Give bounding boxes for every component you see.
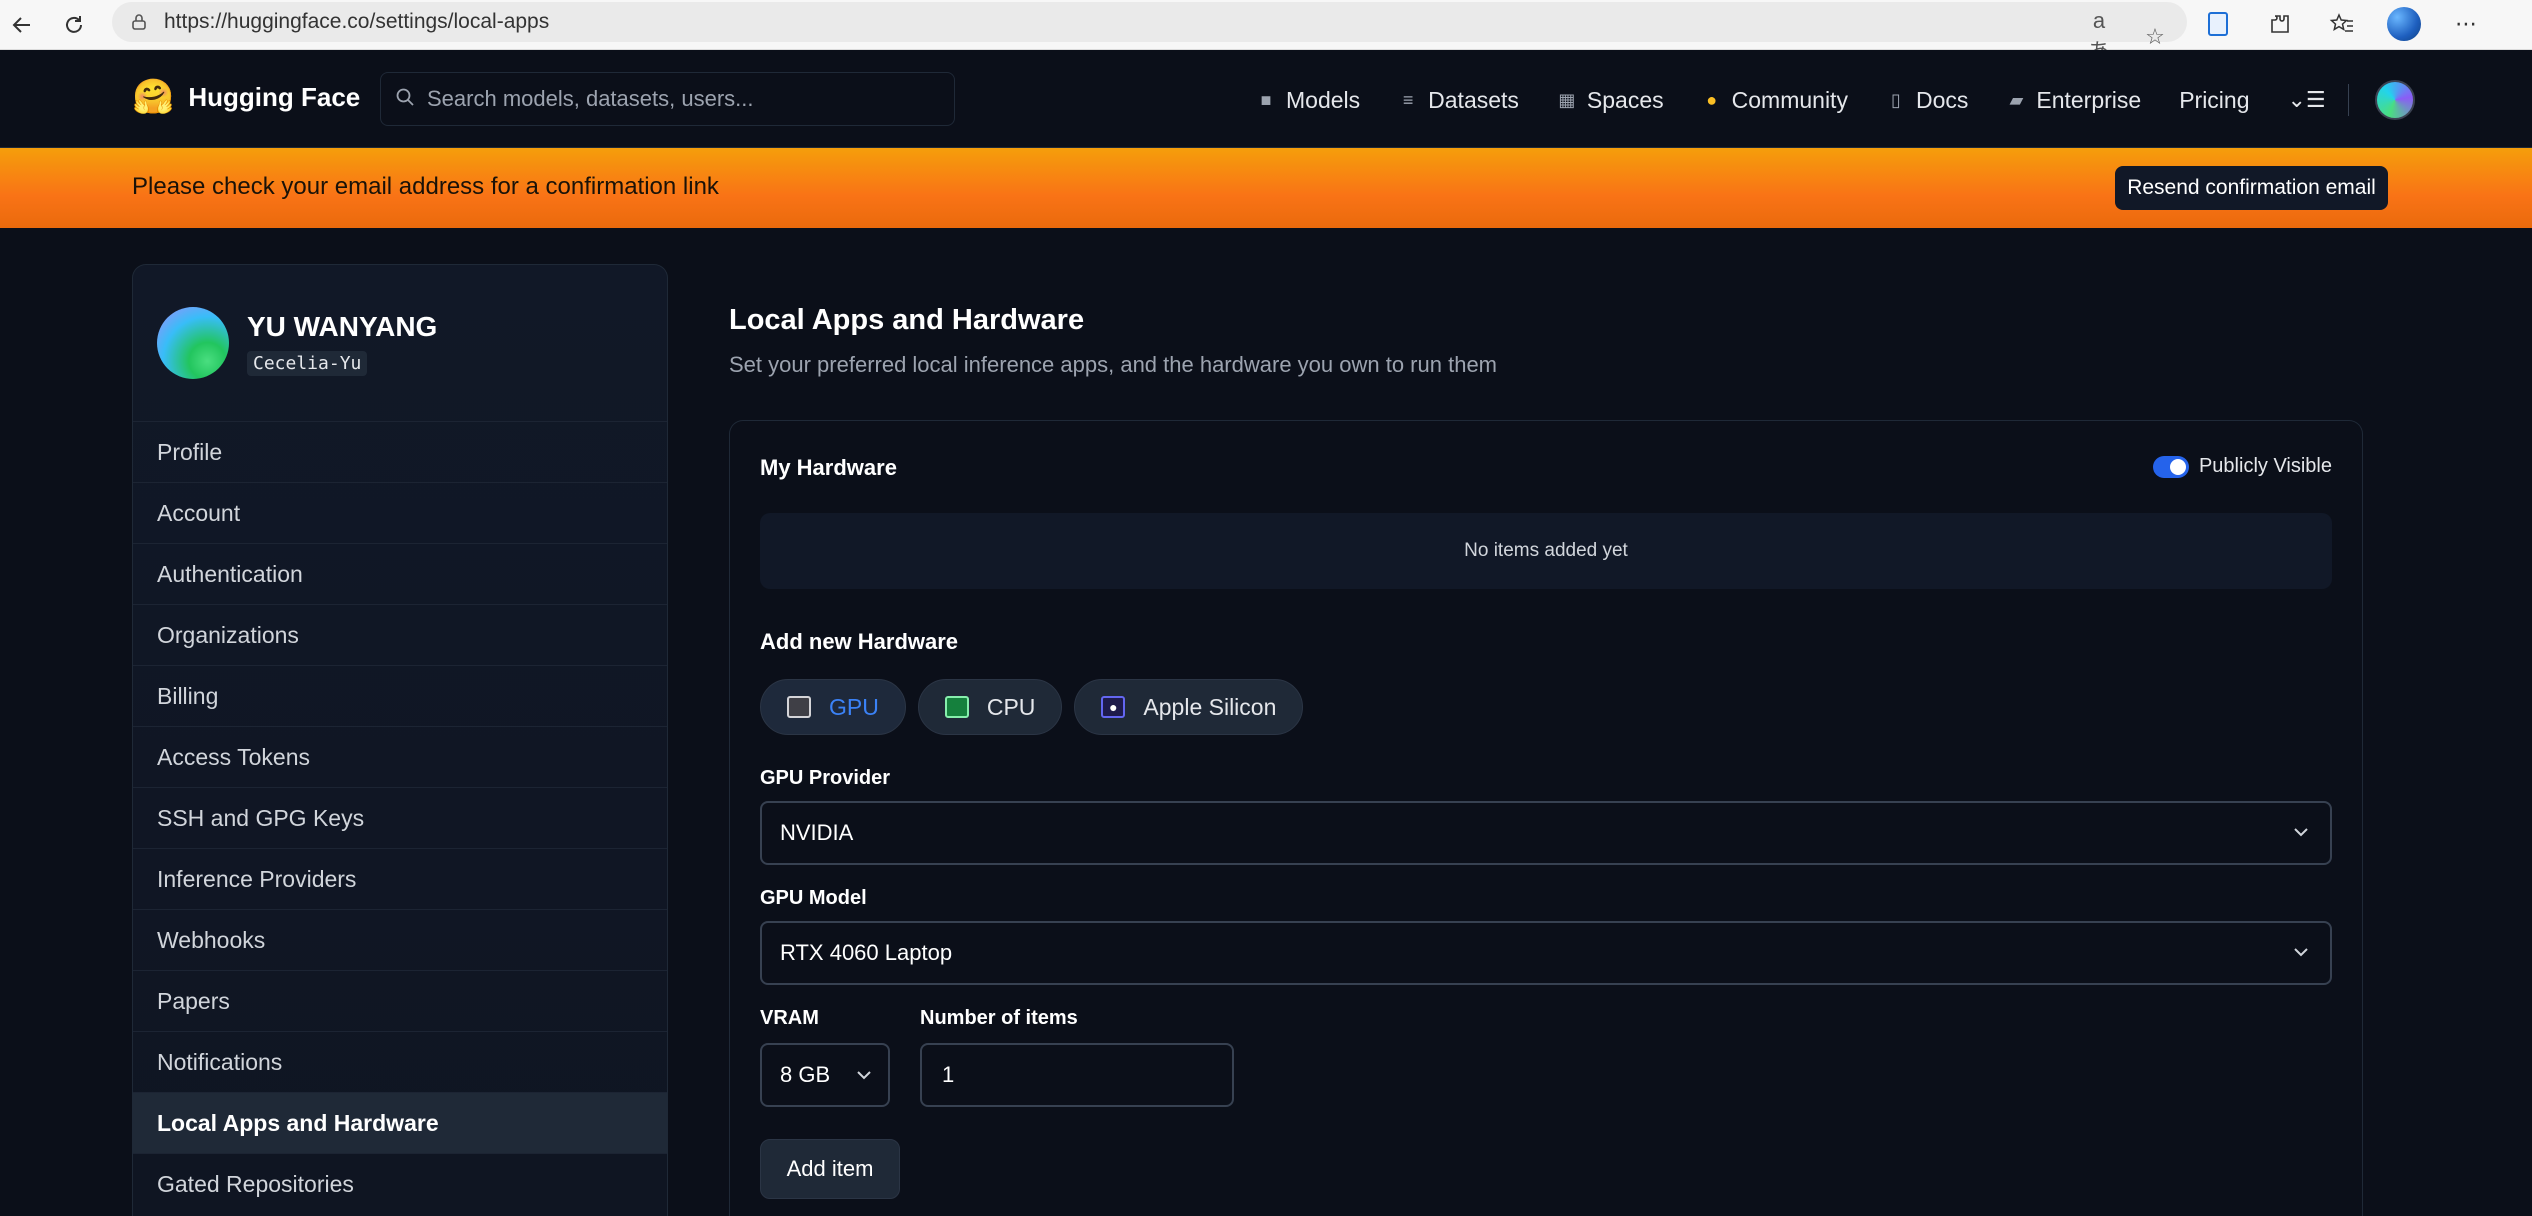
sidebar-item-billing[interactable]: Billing <box>133 665 667 726</box>
number-of-items-value: 1 <box>942 1062 955 1087</box>
number-of-items-label: Number of items <box>920 1007 1078 1029</box>
enterprise-icon: ▰ <box>2009 89 2024 110</box>
chevron-down-icon <box>2294 828 2308 837</box>
brand-name: Hugging Face <box>188 81 361 112</box>
user-full-name: YU WANYANG <box>247 311 438 342</box>
sidebar-item-local-apps[interactable]: Local Apps and Hardware <box>133 1092 667 1153</box>
settings-nav: Profile Account Authentication Organizat… <box>133 421 667 1214</box>
tab-cpu[interactable]: CPU <box>917 679 1063 735</box>
browser-toolbar: https://huggingface.co/settings/local-ap… <box>0 0 2532 64</box>
add-item-button[interactable]: Add item <box>760 1139 900 1199</box>
search-placeholder: Search models, datasets, users... <box>427 86 754 111</box>
sidebar-item-authentication[interactable]: Authentication <box>133 543 667 604</box>
site-header: 🤗 Hugging Face Search models, datasets, … <box>0 50 2532 148</box>
extensions-icon[interactable] <box>2262 6 2298 42</box>
reload-icon[interactable] <box>58 9 90 41</box>
sidebar-item-account[interactable]: Account <box>133 482 667 543</box>
settings-sidebar: YU WANYANG Cecelia-Yu Profile Account Au… <box>132 264 668 1216</box>
cube-icon: ■ <box>1260 89 1272 110</box>
email-confirmation-banner: Please check your email address for a co… <box>0 148 2532 228</box>
avatar <box>157 307 229 379</box>
apple-silicon-icon: ● <box>1101 696 1126 718</box>
community-icon: ● <box>1706 89 1718 110</box>
sidebar-item-inference-providers[interactable]: Inference Providers <box>133 848 667 909</box>
page-subtitle: Set your preferred local inference apps,… <box>729 352 1498 377</box>
chevron-down-icon <box>2294 948 2308 957</box>
banner-message: Please check your email address for a co… <box>132 173 719 200</box>
hugging-face-logo-icon: 🤗 <box>132 78 175 116</box>
reading-view-icon[interactable] <box>2200 6 2236 42</box>
sidebar-item-gated-repositories[interactable]: Gated Repositories <box>133 1153 667 1214</box>
chevron-down-icon <box>857 1071 871 1080</box>
hardware-empty-state: No items added yet <box>760 513 2332 589</box>
nav-enterprise[interactable]: ▰ Enterprise <box>2006 87 2141 114</box>
nav-docs[interactable]: ▯ Docs <box>1886 87 1968 114</box>
vram-value: 8 GB <box>780 1062 831 1087</box>
database-icon: ≡ <box>1402 89 1414 110</box>
gpu-model-value: RTX 4060 Laptop <box>780 940 953 965</box>
address-bar[interactable]: https://huggingface.co/settings/local-ap… <box>112 2 2187 64</box>
vram-select[interactable]: 8 GB <box>760 1043 890 1107</box>
my-hardware-heading: My Hardware <box>760 455 897 480</box>
nav-datasets[interactable]: ≡ Datasets <box>1398 87 1519 114</box>
tab-gpu[interactable]: GPU <box>760 679 906 735</box>
top-nav: ■ Models ≡ Datasets ▦ Spaces ● Community… <box>1256 80 2415 120</box>
number-of-items-input[interactable]: 1 <box>920 1043 1234 1107</box>
sidebar-item-notifications[interactable]: Notifications <box>133 1031 667 1092</box>
hardware-type-tabs: GPU CPU ● Apple Silicon <box>760 679 1304 735</box>
favorite-star-icon[interactable]: ☆ <box>2141 24 2169 50</box>
site-info-icon[interactable] <box>128 11 150 33</box>
page-title: Local Apps and Hardware <box>729 304 1085 336</box>
sidebar-item-organizations[interactable]: Organizations <box>133 604 667 665</box>
search-input[interactable]: Search models, datasets, users... <box>380 72 955 126</box>
user-card: YU WANYANG Cecelia-Yu <box>157 307 437 379</box>
toggle-label: Publicly Visible <box>2198 455 2332 477</box>
more-menu-icon[interactable]: ⌄☰ <box>2288 87 2326 113</box>
sidebar-item-access-tokens[interactable]: Access Tokens <box>133 726 667 787</box>
cpu-icon <box>944 696 969 718</box>
gpu-model-label: GPU Model <box>760 887 867 909</box>
browser-profile-icon[interactable] <box>2386 6 2422 42</box>
nav-community[interactable]: ● Community <box>1702 87 1848 114</box>
nav-spaces[interactable]: ▦ Spaces <box>1557 87 1663 114</box>
more-options-icon[interactable]: ⋯ <box>2448 6 2484 42</box>
vram-label: VRAM <box>760 1007 819 1029</box>
gpu-model-select[interactable]: RTX 4060 Laptop <box>760 921 2332 985</box>
nav-models[interactable]: ■ Models <box>1256 87 1361 114</box>
search-icon <box>395 87 415 112</box>
resend-confirmation-button[interactable]: Resend confirmation email <box>2115 166 2388 210</box>
home-link[interactable]: 🤗 Hugging Face <box>132 80 360 114</box>
sidebar-item-ssh-gpg-keys[interactable]: SSH and GPG Keys <box>133 787 667 848</box>
gpu-provider-select[interactable]: NVIDIA <box>760 801 2332 865</box>
public-visibility-toggle[interactable]: Publicly Visible <box>2152 455 2332 478</box>
sidebar-item-webhooks[interactable]: Webhooks <box>133 909 667 970</box>
tab-apple-silicon[interactable]: ● Apple Silicon <box>1074 679 1304 735</box>
gpu-provider-value: NVIDIA <box>780 820 854 845</box>
hardware-panel: My Hardware Publicly Visible No items ad… <box>729 420 2363 1216</box>
url-text: https://huggingface.co/settings/local-ap… <box>164 10 550 33</box>
favorites-icon[interactable] <box>2324 6 2360 42</box>
add-hardware-heading: Add new Hardware <box>760 629 959 654</box>
book-icon: ▯ <box>1891 89 1901 110</box>
toggle-switch[interactable] <box>2152 455 2189 478</box>
nav-divider <box>2347 84 2349 116</box>
grid-icon: ▦ <box>1558 89 1576 110</box>
sidebar-item-papers[interactable]: Papers <box>133 970 667 1031</box>
sidebar-item-profile[interactable]: Profile <box>133 421 667 482</box>
gpu-icon <box>787 696 811 718</box>
nav-pricing[interactable]: Pricing <box>2179 87 2249 114</box>
back-icon[interactable] <box>6 9 38 41</box>
gpu-provider-label: GPU Provider <box>760 767 891 789</box>
user-handle: Cecelia-Yu <box>247 351 368 376</box>
user-menu-avatar[interactable] <box>2374 80 2415 120</box>
